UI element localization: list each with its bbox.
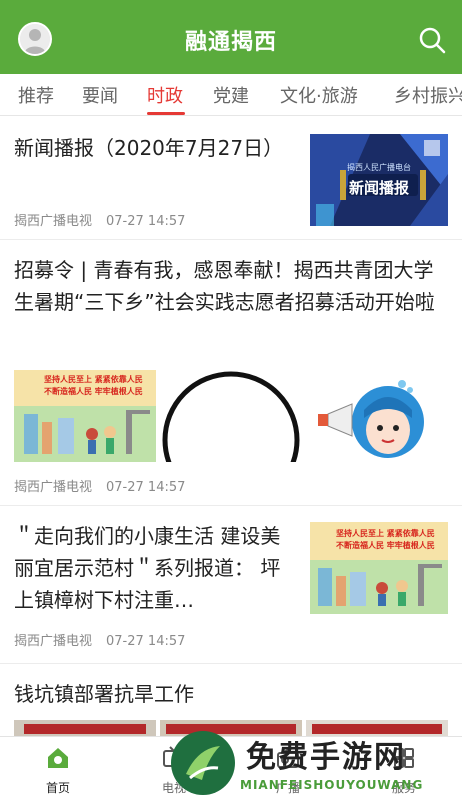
news-image-banner: 坚持人民至上 紧紧依靠人民 不断造福人民 牢牢植根人民 (14, 370, 156, 462)
nav-service[interactable]: 服务 (358, 745, 450, 795)
news-time: 07-27 14:57 (106, 480, 186, 495)
news-meta: 揭西广播电视 07-27 14:57 (14, 476, 199, 495)
news-feed: 新闻播报（2020年7月27日） 揭西广播电视 07-27 14:57 揭西人民广… (0, 116, 462, 736)
meeting-photo-graphic (160, 720, 302, 736)
news-thumbnail: 揭西人民广播电台 新闻播报 (310, 134, 448, 226)
banner-slogan-1: 坚持人民至上 紧紧依靠人民 (336, 529, 435, 538)
news-item[interactable]: 招募令 | 青春有我，感恩奉献！揭西共青团大学生暑期“三下乡”社会实践志愿者招募… (0, 240, 462, 506)
bottom-tab-bar: 首页 电视 广播 服务 (0, 736, 462, 800)
tab-headlines[interactable]: 要闻 (82, 82, 118, 108)
nav-home-label: 首页 (45, 781, 70, 795)
news-title: 钱坑镇部署抗旱工作 (14, 682, 194, 706)
search-icon (419, 27, 446, 54)
nav-home[interactable]: 首页 (12, 745, 104, 795)
news-meta: 揭西广播电视 07-27 14:57 (14, 210, 199, 229)
news-image (14, 720, 156, 736)
active-tab-indicator (147, 112, 185, 115)
news-thumbnail: 坚持人民至上 紧紧依靠人民 不断造福人民 牢牢植根人民 (310, 522, 448, 614)
banner-slogan-1: 坚持人民至上 紧紧依靠人民 (44, 375, 143, 384)
search-button[interactable] (416, 24, 448, 56)
tv-icon (163, 746, 185, 767)
meeting-photo-graphic (306, 720, 448, 736)
news-source: 揭西广播电视 (14, 480, 93, 495)
thumb-caption-small: 揭西人民广播电台 (347, 163, 411, 172)
tab-politics[interactable]: 时政 (147, 82, 183, 108)
category-tabs: 推荐 要闻 时政 党建 文化·旅游 乡村振兴 (0, 74, 462, 116)
banner-slogan-2: 不断造福人民 牢牢植根人民 (44, 387, 143, 396)
image-loading-placeholder (160, 370, 302, 462)
nav-radio-label: 广播 (275, 781, 300, 795)
nav-tv[interactable]: 电视 (128, 745, 220, 795)
tab-rural-revitalization[interactable]: 乡村振兴 (394, 82, 462, 108)
news-meta: 揭西广播电视 07-27 14:57 (14, 630, 199, 649)
news-title: 招募令 | 青春有我，感恩奉献！揭西共青团大学生暑期“三下乡”社会实践志愿者招募… (14, 258, 435, 314)
news-time: 07-27 14:57 (106, 634, 186, 649)
cartoon-thumbnail (306, 370, 448, 462)
news-source: 揭西广播电视 (14, 634, 93, 649)
loading-circle-icon (162, 371, 300, 462)
nav-radio[interactable]: 广播 (242, 745, 334, 795)
tab-party-building[interactable]: 党建 (213, 82, 249, 108)
tab-recommend[interactable]: 推荐 (18, 82, 54, 108)
home-icon (48, 748, 68, 768)
nav-tv-label: 电视 (161, 781, 186, 795)
news-title: 新闻播报（2020年7月27日） (14, 136, 284, 160)
app-header: 融通揭西 (0, 0, 462, 74)
news-title: ＂走向我们的小康生活 建设美丽宜居示范村＂系列报道： 坪上镇樟树下村注重… (14, 524, 281, 612)
news-image (160, 720, 302, 736)
radio-icon (277, 747, 299, 768)
news-source: 揭西广播电视 (14, 214, 93, 229)
news-item[interactable]: ＂走向我们的小康生活 建设美丽宜居示范村＂系列报道： 坪上镇樟树下村注重… 坚持… (0, 506, 462, 664)
nav-service-label: 服务 (391, 781, 416, 795)
banner-slogan-2: 不断造福人民 牢牢植根人民 (336, 541, 435, 550)
news-image (306, 720, 448, 736)
tab-culture-tourism[interactable]: 文化·旅游 (280, 82, 358, 108)
megaphone-cartoon-icon (318, 380, 424, 458)
news-item[interactable]: 新闻播报（2020年7月27日） 揭西广播电视 07-27 14:57 揭西人民广… (0, 116, 462, 240)
news-item[interactable]: 钱坑镇部署抗旱工作 (0, 664, 462, 736)
thumb-caption-big: 新闻播报 (348, 179, 409, 197)
meeting-photo-graphic (14, 720, 156, 736)
news-time: 07-27 14:57 (106, 214, 186, 229)
service-icon (394, 748, 414, 768)
app-title: 融通揭西 (184, 30, 277, 55)
